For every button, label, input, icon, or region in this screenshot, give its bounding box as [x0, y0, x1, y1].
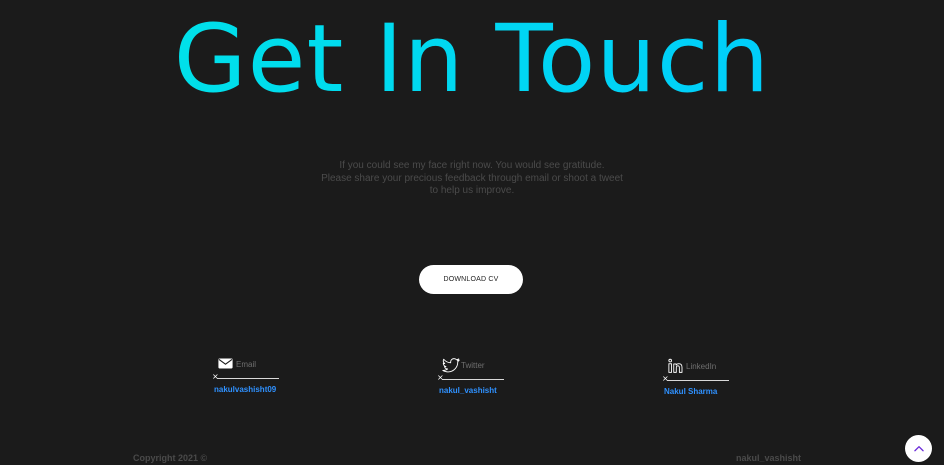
divider-line: [442, 379, 504, 380]
contact-linkedin-label: LinkedIn: [686, 362, 717, 371]
chevron-up-icon: [913, 445, 924, 451]
contact-email-label: Email: [236, 360, 257, 369]
close-icon: ×: [662, 374, 669, 383]
footer-author: nakul_vashisht: [736, 453, 802, 463]
email-link[interactable]: nakulvashisht09: [214, 385, 276, 394]
contact-email: Email × nakulvashisht09: [212, 355, 302, 405]
contact-twitter-label: Twitter: [461, 361, 485, 370]
footer-copyright: Copyright 2021 ©: [133, 453, 208, 463]
contact-message: If you could see my face right now. You …: [0, 160, 944, 198]
message-line-2: Please share your precious feedback thro…: [321, 172, 623, 184]
linkedin-link[interactable]: Nakul Sharma: [664, 387, 717, 396]
contact-linkedin: LinkedIn × Nakul Sharma: [662, 357, 752, 407]
close-icon: ×: [437, 373, 444, 382]
message-line-1: If you could see my face right now. You …: [339, 160, 605, 171]
twitter-link[interactable]: nakul_vashisht: [439, 386, 497, 395]
divider-line: [667, 380, 729, 381]
scroll-to-top-button[interactable]: [905, 435, 932, 462]
page-title: Get In Touch: [0, 8, 944, 112]
close-icon: ×: [212, 372, 219, 381]
message-line-3: to help us improve.: [429, 185, 515, 196]
download-cv-button[interactable]: DOWNLOAD CV: [419, 265, 523, 294]
divider-line: [217, 378, 279, 379]
linkedin-icon: [667, 357, 684, 374]
contact-twitter: Twitter × nakul_vashisht: [437, 356, 527, 406]
twitter-icon: [442, 356, 460, 373]
contact-page: Get In Touch If you could see my face ri…: [0, 0, 944, 465]
mail-icon: [217, 355, 234, 372]
